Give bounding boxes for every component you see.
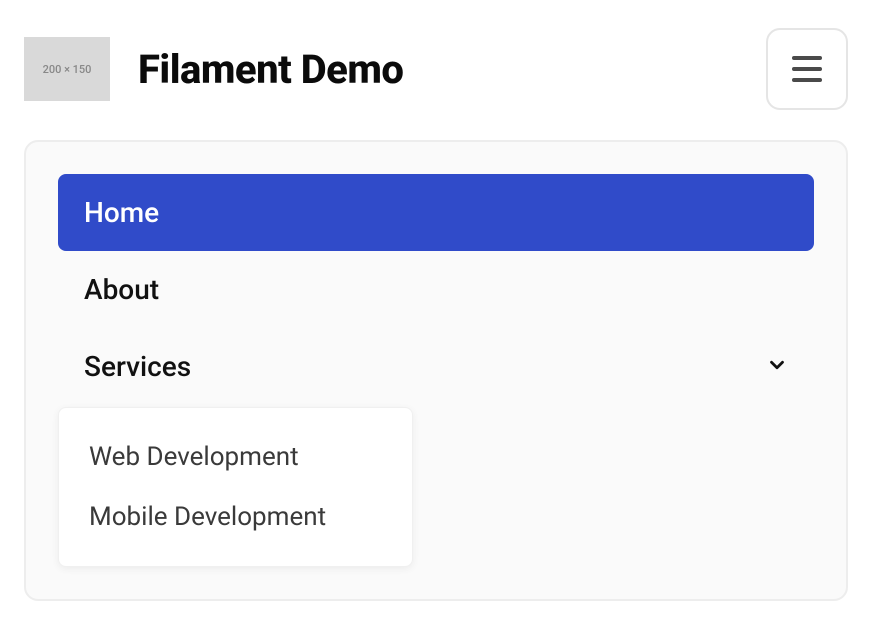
nav-item-label: Home	[84, 196, 159, 229]
logo-placeholder: 200 × 150	[24, 37, 110, 101]
nav-panel: Home About Services Web Development Mobi…	[24, 140, 848, 601]
header: 200 × 150 Filament Demo	[0, 0, 872, 132]
nav-item-label: About	[84, 273, 159, 306]
dropdown-item-web-development[interactable]: Web Development	[59, 430, 412, 484]
brand[interactable]: 200 × 150 Filament Demo	[24, 37, 403, 101]
hamburger-icon	[792, 56, 822, 82]
nav-item-label: Services	[84, 350, 191, 383]
nav-item-services[interactable]: Services	[58, 328, 814, 405]
dropdown-item-mobile-development[interactable]: Mobile Development	[59, 490, 412, 544]
brand-title: Filament Demo	[138, 46, 403, 93]
nav-item-home[interactable]: Home	[58, 174, 814, 251]
chevron-down-icon	[766, 350, 788, 383]
menu-toggle-button[interactable]	[766, 28, 848, 110]
dropdown-item-label: Web Development	[89, 442, 299, 472]
services-dropdown: Web Development Mobile Development	[58, 407, 413, 567]
nav-item-about[interactable]: About	[58, 251, 814, 328]
dropdown-item-label: Mobile Development	[89, 502, 326, 532]
